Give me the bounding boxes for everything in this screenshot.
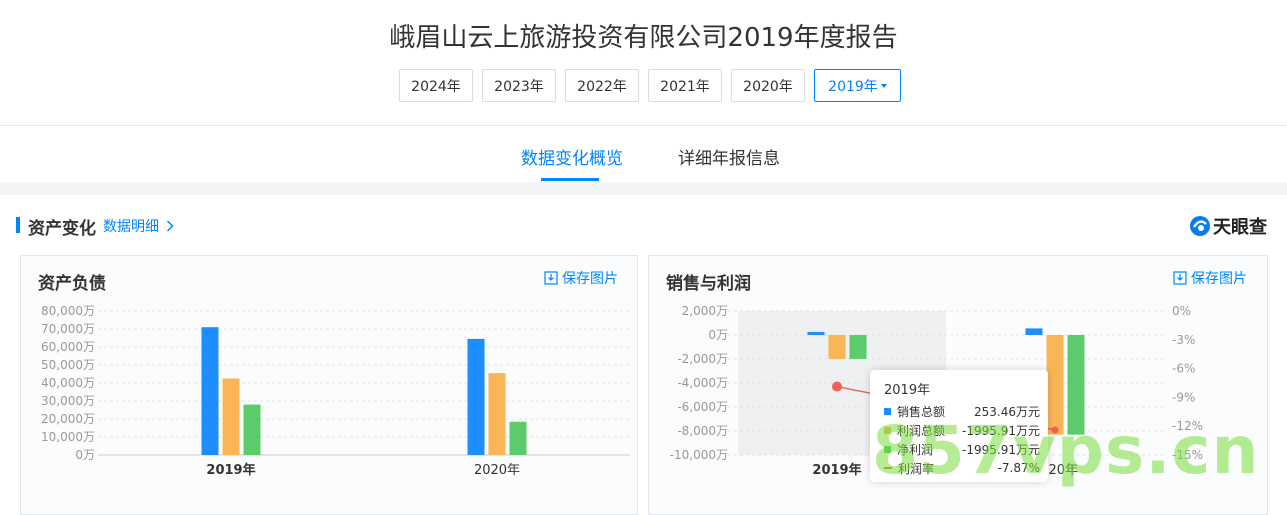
caret-down-icon (880, 83, 887, 88)
y-tick-label: 10,000万 (41, 430, 95, 444)
bar (243, 404, 261, 455)
asset-bar-chart: 80,000万 70,000万 60,000万 50,000万 40,000万 30,00… (41, 304, 630, 478)
y-tick-label: 40,000万 (41, 376, 95, 390)
y-tick-label: 80,000万 (41, 304, 95, 318)
sales-card-title: 销售与利润 (666, 274, 751, 294)
bar (467, 338, 485, 455)
y-tick-label: 30,000万 (41, 394, 95, 408)
section-title: 资产变化 (28, 219, 96, 239)
asset-card-title: 资产负债 (38, 274, 106, 294)
y2-tick-label: -3% (1172, 333, 1195, 347)
x-tick-label: 2019年 (206, 462, 255, 478)
year-dropdown-2019[interactable]: 2019年 (814, 69, 901, 102)
x-tick-label: 2020年 (474, 463, 520, 478)
y-tick-label: -6,000万 (677, 400, 728, 414)
y-tick-label: 60,000万 (41, 340, 95, 354)
y-tick-label: 20,000万 (41, 412, 95, 426)
tab-overview[interactable]: 数据变化概览 (521, 144, 623, 169)
bar (828, 335, 846, 359)
x-tick-label: 2019年 (812, 462, 861, 478)
save-image-button-sales[interactable]: 保存图片 (1173, 268, 1247, 288)
tab-active-indicator (541, 178, 599, 181)
tab-bar: 数据变化概览 详细年报信息 (0, 126, 1287, 182)
year-button-2024[interactable]: 2024年 (399, 69, 473, 102)
page-title: 峨眉山云上旅游投资有限公司2019年度报告 (389, 23, 898, 53)
year-button-2020[interactable]: 2020年 (731, 69, 805, 102)
bar (488, 373, 506, 455)
year-button-2022[interactable]: 2022年 (565, 69, 639, 102)
bar (1025, 328, 1043, 335)
tooltip-year: 2019年 (884, 383, 931, 398)
y-tick-label: 0万 (708, 328, 728, 342)
tianyancha-logo: 天眼查 (1189, 213, 1267, 239)
save-image-label: 保存图片 (562, 271, 618, 287)
y-tick-label: 50,000万 (41, 358, 95, 372)
bar (201, 327, 219, 455)
y2-tick-label: -9% (1172, 390, 1195, 404)
y-tick-label: 0万 (75, 448, 95, 462)
year-button-2021[interactable]: 2021年 (648, 69, 722, 102)
logo-text: 天眼查 (1213, 217, 1267, 238)
year-button-2023[interactable]: 2023年 (482, 69, 556, 102)
data-detail-label: 数据明细 (103, 219, 159, 235)
download-icon (544, 271, 558, 285)
year-dropdown-label: 2019年 (828, 78, 878, 95)
save-image-label: 保存图片 (1191, 271, 1247, 287)
year-selector: 2024年 2023年 2022年 2021年 2020年 2019年 (399, 69, 901, 102)
bar (222, 378, 240, 455)
bar (807, 331, 825, 335)
section-marker (16, 217, 20, 233)
bar (509, 421, 527, 455)
y-tick-label: -10,000万 (670, 448, 728, 462)
tab-detail[interactable]: 详细年报信息 (678, 144, 780, 169)
y-tick-label: -8,000万 (677, 424, 728, 438)
bar (849, 335, 867, 359)
download-icon (1173, 271, 1187, 285)
y2-tick-label: -6% (1172, 362, 1195, 376)
save-image-button-asset[interactable]: 保存图片 (544, 268, 618, 288)
profit-rate-point (832, 381, 842, 392)
y-tick-label: 70,000万 (41, 322, 95, 336)
logo-icon (1190, 216, 1210, 236)
watermark: 857vps.cn (872, 412, 1260, 489)
chevron-right-icon (167, 220, 175, 232)
section-separator (0, 182, 1287, 195)
y-tick-label: -4,000万 (677, 376, 728, 390)
y-tick-label: -2,000万 (677, 352, 728, 366)
y2-tick-label: 0% (1172, 304, 1191, 318)
data-detail-link[interactable]: 数据明细 (103, 216, 175, 236)
y-tick-label: 2,000万 (682, 304, 728, 318)
